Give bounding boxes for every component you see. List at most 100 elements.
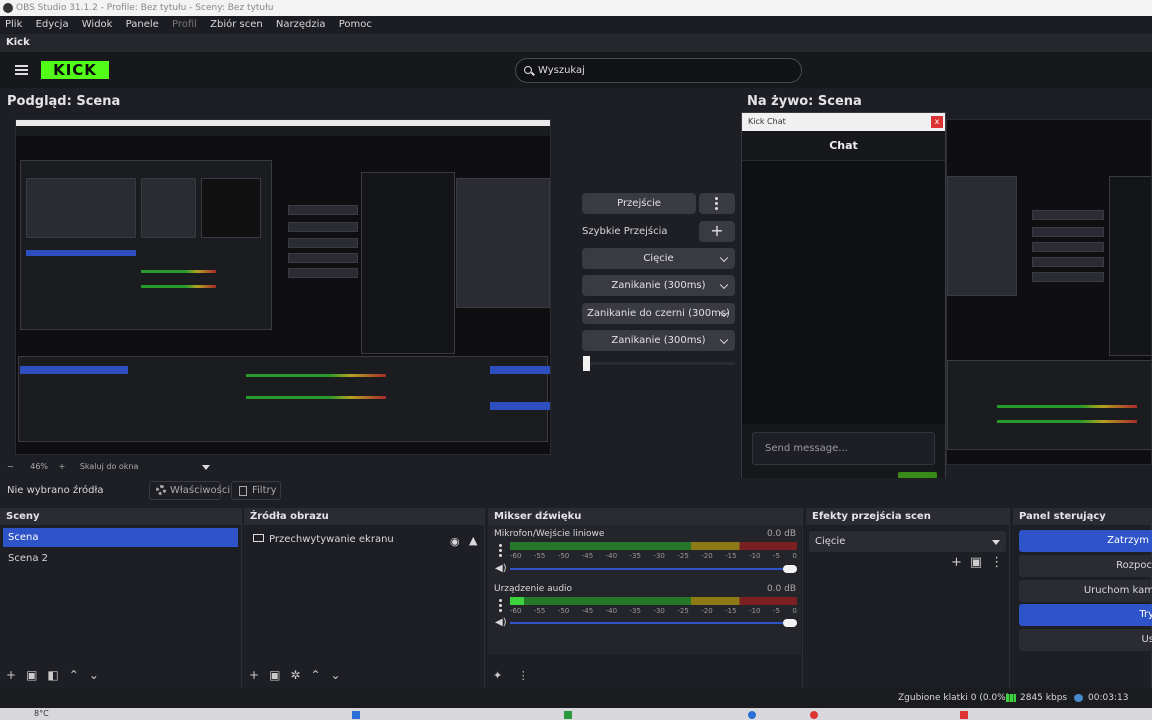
add-icon[interactable]: + xyxy=(249,668,269,682)
volume-slider-knob[interactable] xyxy=(783,619,797,627)
quick-transition-2[interactable]: Zanikanie (300ms) xyxy=(582,275,735,296)
more-vertical-icon xyxy=(715,197,718,212)
search-input[interactable]: Wyszukaj xyxy=(515,58,802,83)
properties-label: Właściwości xyxy=(170,485,231,496)
quick-transition-4[interactable]: Zanikanie (300ms) xyxy=(582,330,735,351)
add-icon[interactable]: + xyxy=(951,555,970,570)
start-virtual-camera-button[interactable]: Uruchom kam xyxy=(1019,580,1152,602)
menu-pomoc[interactable]: Pomoc xyxy=(334,16,377,34)
hamburger-menu-icon[interactable] xyxy=(15,65,28,75)
zoom-controls[interactable]: − 46% + Skaluj do okna xyxy=(7,462,138,471)
chat-message-input[interactable]: Send message... xyxy=(752,432,935,465)
filters-button[interactable]: Filtry xyxy=(231,481,281,500)
scenes-toolbar: +▣◧⌃⌄ xyxy=(6,668,109,682)
arrow-up-icon[interactable]: ⌃ xyxy=(69,668,89,682)
menu-plik[interactable]: Plik xyxy=(0,16,27,34)
scale-dropdown[interactable]: Skaluj do okna xyxy=(80,462,139,471)
scale-chevron-icon[interactable] xyxy=(202,465,210,470)
controls-title: Panel sterujący xyxy=(1013,508,1151,525)
trash-icon[interactable]: ▣ xyxy=(269,668,290,682)
channel-menu-icon[interactable] xyxy=(499,544,502,559)
scene-item[interactable]: Scena xyxy=(3,528,238,547)
add-quick-transition-button[interactable]: + xyxy=(699,221,735,242)
visibility-eye-icon[interactable]: ◉ xyxy=(450,532,460,551)
controls-dock: Panel sterujący Zatrzym Rozpoc Uruchom k… xyxy=(1013,508,1152,688)
lock-icon[interactable]: ▲ xyxy=(469,531,477,550)
channel-menu-icon[interactable] xyxy=(499,599,502,614)
studio-mode-button[interactable]: Try xyxy=(1019,604,1152,626)
mixer-channel-db: 0.0 dB xyxy=(766,584,796,594)
zoom-in-icon[interactable]: + xyxy=(59,462,66,471)
kick-logo[interactable]: KICK xyxy=(41,61,109,79)
chat-window-titlebar[interactable]: Kick Chat x xyxy=(742,113,945,131)
stop-stream-button[interactable]: Zatrzym xyxy=(1019,530,1152,552)
advanced-audio-icon[interactable]: ✦ xyxy=(493,669,502,682)
speaker-icon[interactable]: ◀) xyxy=(495,617,507,628)
program-canvas xyxy=(946,119,1152,465)
windows-start-icon[interactable] xyxy=(352,711,360,719)
quick-transition-label: Zanikanie (300ms) xyxy=(611,335,706,346)
window-titlebar: OBS Studio 31.1.2 - Profile: Bez tytułu … xyxy=(0,0,1152,16)
source-item[interactable]: Przechwytywanie ekranu ◉ ▲ xyxy=(247,530,481,549)
speaker-icon[interactable]: ◀) xyxy=(495,563,507,574)
transition-menu-button[interactable] xyxy=(699,193,735,214)
settings-button[interactable]: Us xyxy=(1019,629,1152,651)
gear-icon xyxy=(156,485,166,495)
volume-slider-knob[interactable] xyxy=(783,565,797,573)
plus-icon: + xyxy=(710,221,724,240)
stream-status-icon xyxy=(1074,694,1083,702)
taskbar-app-icon[interactable] xyxy=(748,711,756,719)
arrow-up-icon[interactable]: ⌃ xyxy=(310,668,330,682)
audio-mixer-dock: Mikser dźwięku Mikrofon/Wejście liniowe … xyxy=(488,508,803,688)
scene-item[interactable]: Scena 2 xyxy=(3,549,238,568)
filter-icon[interactable]: ◧ xyxy=(47,668,68,682)
arrow-down-icon[interactable]: ⌄ xyxy=(331,668,351,682)
monitor-icon xyxy=(253,534,264,542)
mixer-menu-icon[interactable]: ⋮ xyxy=(518,669,529,682)
taskbar-app-icon[interactable] xyxy=(564,711,572,719)
search-placeholder: Wyszukaj xyxy=(538,65,585,76)
preview-canvas[interactable] xyxy=(15,119,551,455)
mixer-channel-name: Mikrofon/Wejście liniowe xyxy=(494,529,605,539)
add-icon[interactable]: + xyxy=(6,668,26,682)
zoom-out-icon[interactable]: − xyxy=(7,462,14,471)
volume-slider[interactable] xyxy=(510,568,788,570)
transitions-title: Efekty przejścia scen xyxy=(806,508,1009,525)
arrow-down-icon[interactable]: ⌄ xyxy=(89,668,109,682)
chevron-down-icon xyxy=(719,253,729,262)
menu-zbior-scen[interactable]: Zbiór scen xyxy=(205,16,268,34)
meter-scale: -60 -55 -50 -45 -40 -35 -30 -25 -20 -15 -10 -5 0 xyxy=(510,607,797,615)
transition-select[interactable]: Cięcie xyxy=(809,531,1006,552)
trash-icon[interactable]: ▣ xyxy=(970,555,990,570)
close-icon[interactable]: x xyxy=(931,116,943,128)
window-title: OBS Studio 31.1.2 - Profile: Bez tytułu … xyxy=(16,3,274,13)
volume-slider[interactable] xyxy=(510,622,788,624)
properties-button[interactable]: Właściwości xyxy=(149,481,230,500)
menu-profil[interactable]: Profil xyxy=(167,16,202,34)
status-bar: Zgubione klatki 0 (0.0%) 2845 kbps 00:03… xyxy=(0,688,1152,708)
obs-logo-icon xyxy=(3,3,13,13)
taskbar-app-icon[interactable] xyxy=(960,711,968,719)
gear-icon[interactable]: ✲ xyxy=(290,668,310,682)
scene-transitions-dock: Efekty przejścia scen Cięcie +▣⋮ xyxy=(806,508,1010,688)
menu-edycja[interactable]: Edycja xyxy=(31,16,74,34)
quick-transition-1[interactable]: Cięcie xyxy=(582,248,735,269)
live-label: Na żywo: Scena xyxy=(747,94,862,109)
menu-bar: Plik Edycja Widok Panele Profil Zbiór sc… xyxy=(0,16,1152,34)
menu-narzedzia[interactable]: Narzędzia xyxy=(271,16,331,34)
t-bar-track[interactable] xyxy=(582,362,735,365)
kick-chat-window: Kick Chat x Chat Send message... Chat xyxy=(741,112,946,505)
transition-button[interactable]: Przejście xyxy=(582,193,696,214)
start-recording-button[interactable]: Rozpoc xyxy=(1019,555,1152,577)
more-vertical-icon[interactable]: ⋮ xyxy=(990,555,1011,570)
menu-panele[interactable]: Panele xyxy=(121,16,164,34)
chat-header: Chat xyxy=(742,131,945,161)
taskbar-app-icon[interactable] xyxy=(810,711,818,719)
scenes-title: Sceny xyxy=(0,508,241,525)
volume-meter xyxy=(510,597,797,605)
menu-widok[interactable]: Widok xyxy=(77,16,118,34)
trash-icon[interactable]: ▣ xyxy=(26,668,47,682)
quick-transition-3[interactable]: Zanikanie do czerni (300ms) xyxy=(582,303,735,324)
t-bar-handle[interactable] xyxy=(583,356,590,371)
quick-transition-label: Zanikanie do czerni (300ms) xyxy=(587,308,730,319)
